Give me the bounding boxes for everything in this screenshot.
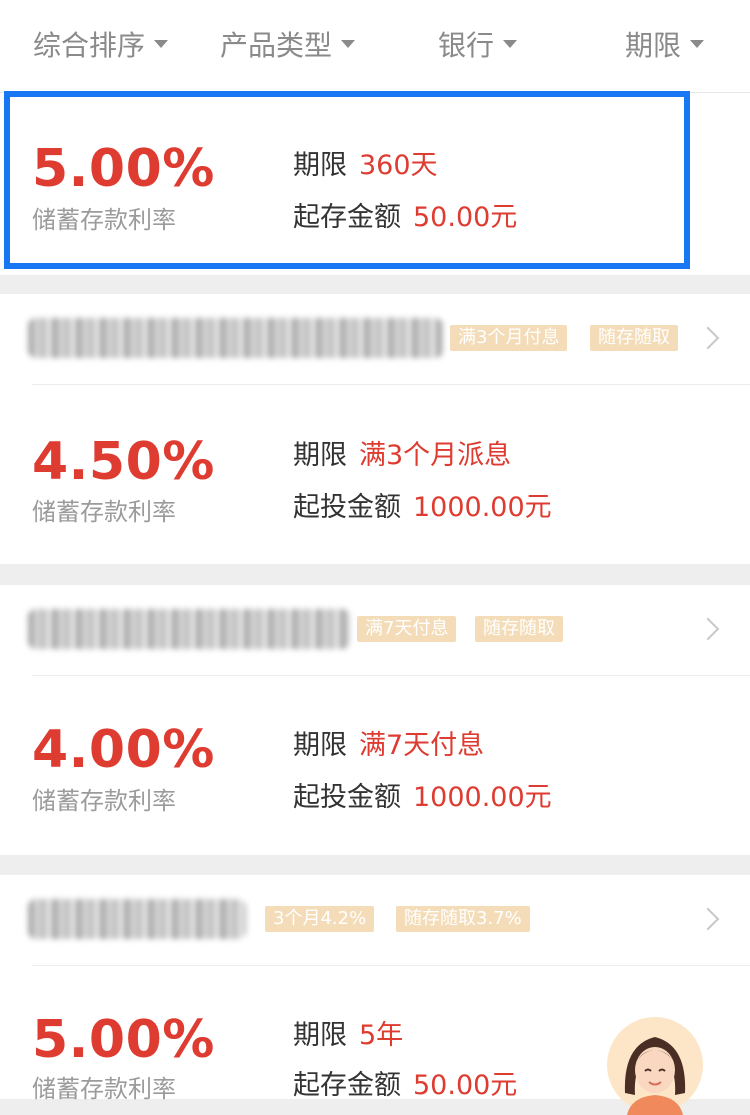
filter-sort[interactable]: 综合排序 (33, 28, 169, 64)
min-amount-value: 50.00元 (413, 202, 518, 233)
product-header[interactable]: 满3个月付息 随存随取 (0, 294, 750, 385)
divider (32, 675, 750, 676)
product-tag: 满3个月付息 (450, 325, 568, 351)
min-amount-row: 起存金额 50.00元 (293, 204, 517, 231)
min-amount-value: 50.00元 (413, 1070, 518, 1101)
filter-sort-label: 综合排序 (33, 29, 146, 62)
min-amount-label: 起投金额 (293, 782, 401, 813)
term-value: 满7天付息 (359, 730, 485, 761)
min-amount-value: 1000.00元 (413, 782, 552, 813)
product-card[interactable]: 5.00% 储蓄存款利率 期限 360天 起存金额 50.00元 (0, 93, 750, 275)
min-amount-row: 起投金额 1000.00元 (293, 784, 552, 811)
filter-product-type[interactable]: 产品类型 (220, 28, 356, 64)
product-tag: 3个月4.2% (265, 906, 375, 932)
filter-bar: 综合排序 产品类型 银行 期限 (0, 0, 750, 93)
redacted-product-name (28, 318, 443, 358)
term-label: 期限 (293, 1020, 347, 1051)
product-header[interactable]: 3个月4.2% 随存随取3.7% (0, 875, 750, 966)
term-row: 期限 满7天付息 (293, 732, 484, 759)
caret-down-icon (503, 40, 518, 48)
rate-label: 储蓄存款利率 (32, 206, 176, 234)
product-tag: 随存随取3.7% (396, 906, 530, 932)
filter-product-type-label: 产品类型 (220, 29, 333, 62)
rate-value: 5.00% (32, 1010, 215, 1070)
min-amount-label: 起投金额 (293, 492, 401, 523)
caret-down-icon (154, 40, 169, 48)
redacted-product-name (28, 609, 350, 649)
product-tag: 满7天付息 (357, 616, 457, 642)
filter-term-label: 期限 (625, 29, 682, 62)
divider (32, 965, 750, 966)
product-tag: 随存随取 (475, 616, 563, 642)
term-label: 期限 (293, 440, 347, 471)
term-label: 期限 (293, 730, 347, 761)
min-amount-label: 起存金额 (293, 1070, 401, 1101)
caret-down-icon (690, 40, 705, 48)
min-amount-row: 起存金额 50.00元 (293, 1072, 517, 1099)
rate-value: 4.50% (32, 432, 215, 492)
divider (32, 384, 750, 385)
product-header[interactable]: 满7天付息 随存随取 (0, 585, 750, 676)
min-amount-label: 起存金额 (293, 202, 401, 233)
min-amount-value: 1000.00元 (413, 492, 552, 523)
min-amount-row: 起投金额 1000.00元 (293, 494, 552, 521)
term-value: 5年 (359, 1020, 404, 1051)
product-card[interactable]: 满7天付息 随存随取 4.00% 储蓄存款利率 期限 满7天付息 起投金额 1000… (0, 585, 750, 855)
term-value: 360天 (359, 150, 438, 181)
chevron-right-icon[interactable] (696, 326, 720, 350)
caret-down-icon (341, 40, 356, 48)
filter-bank-label: 银行 (438, 29, 495, 62)
term-label: 期限 (293, 150, 347, 181)
rate-value: 5.00% (32, 139, 215, 199)
filter-bank[interactable]: 银行 (438, 28, 518, 64)
term-value: 满3个月派息 (359, 440, 512, 471)
term-row: 期限 360天 (293, 152, 438, 179)
rate-label: 储蓄存款利率 (32, 787, 176, 815)
term-row: 期限 5年 (293, 1022, 403, 1049)
rate-label: 储蓄存款利率 (32, 498, 176, 526)
customer-service-avatar-icon[interactable] (605, 1015, 705, 1115)
rate-label: 储蓄存款利率 (32, 1075, 176, 1103)
term-row: 期限 满3个月派息 (293, 442, 511, 469)
chevron-right-icon[interactable] (696, 907, 720, 931)
rate-value: 4.00% (32, 720, 215, 780)
product-tag: 随存随取 (590, 325, 678, 351)
product-card[interactable]: 满3个月付息 随存随取 4.50% 储蓄存款利率 期限 满3个月派息 起投金额 10… (0, 294, 750, 564)
chevron-right-icon[interactable] (696, 617, 720, 641)
redacted-product-name (28, 899, 246, 939)
filter-term[interactable]: 期限 (625, 28, 705, 64)
